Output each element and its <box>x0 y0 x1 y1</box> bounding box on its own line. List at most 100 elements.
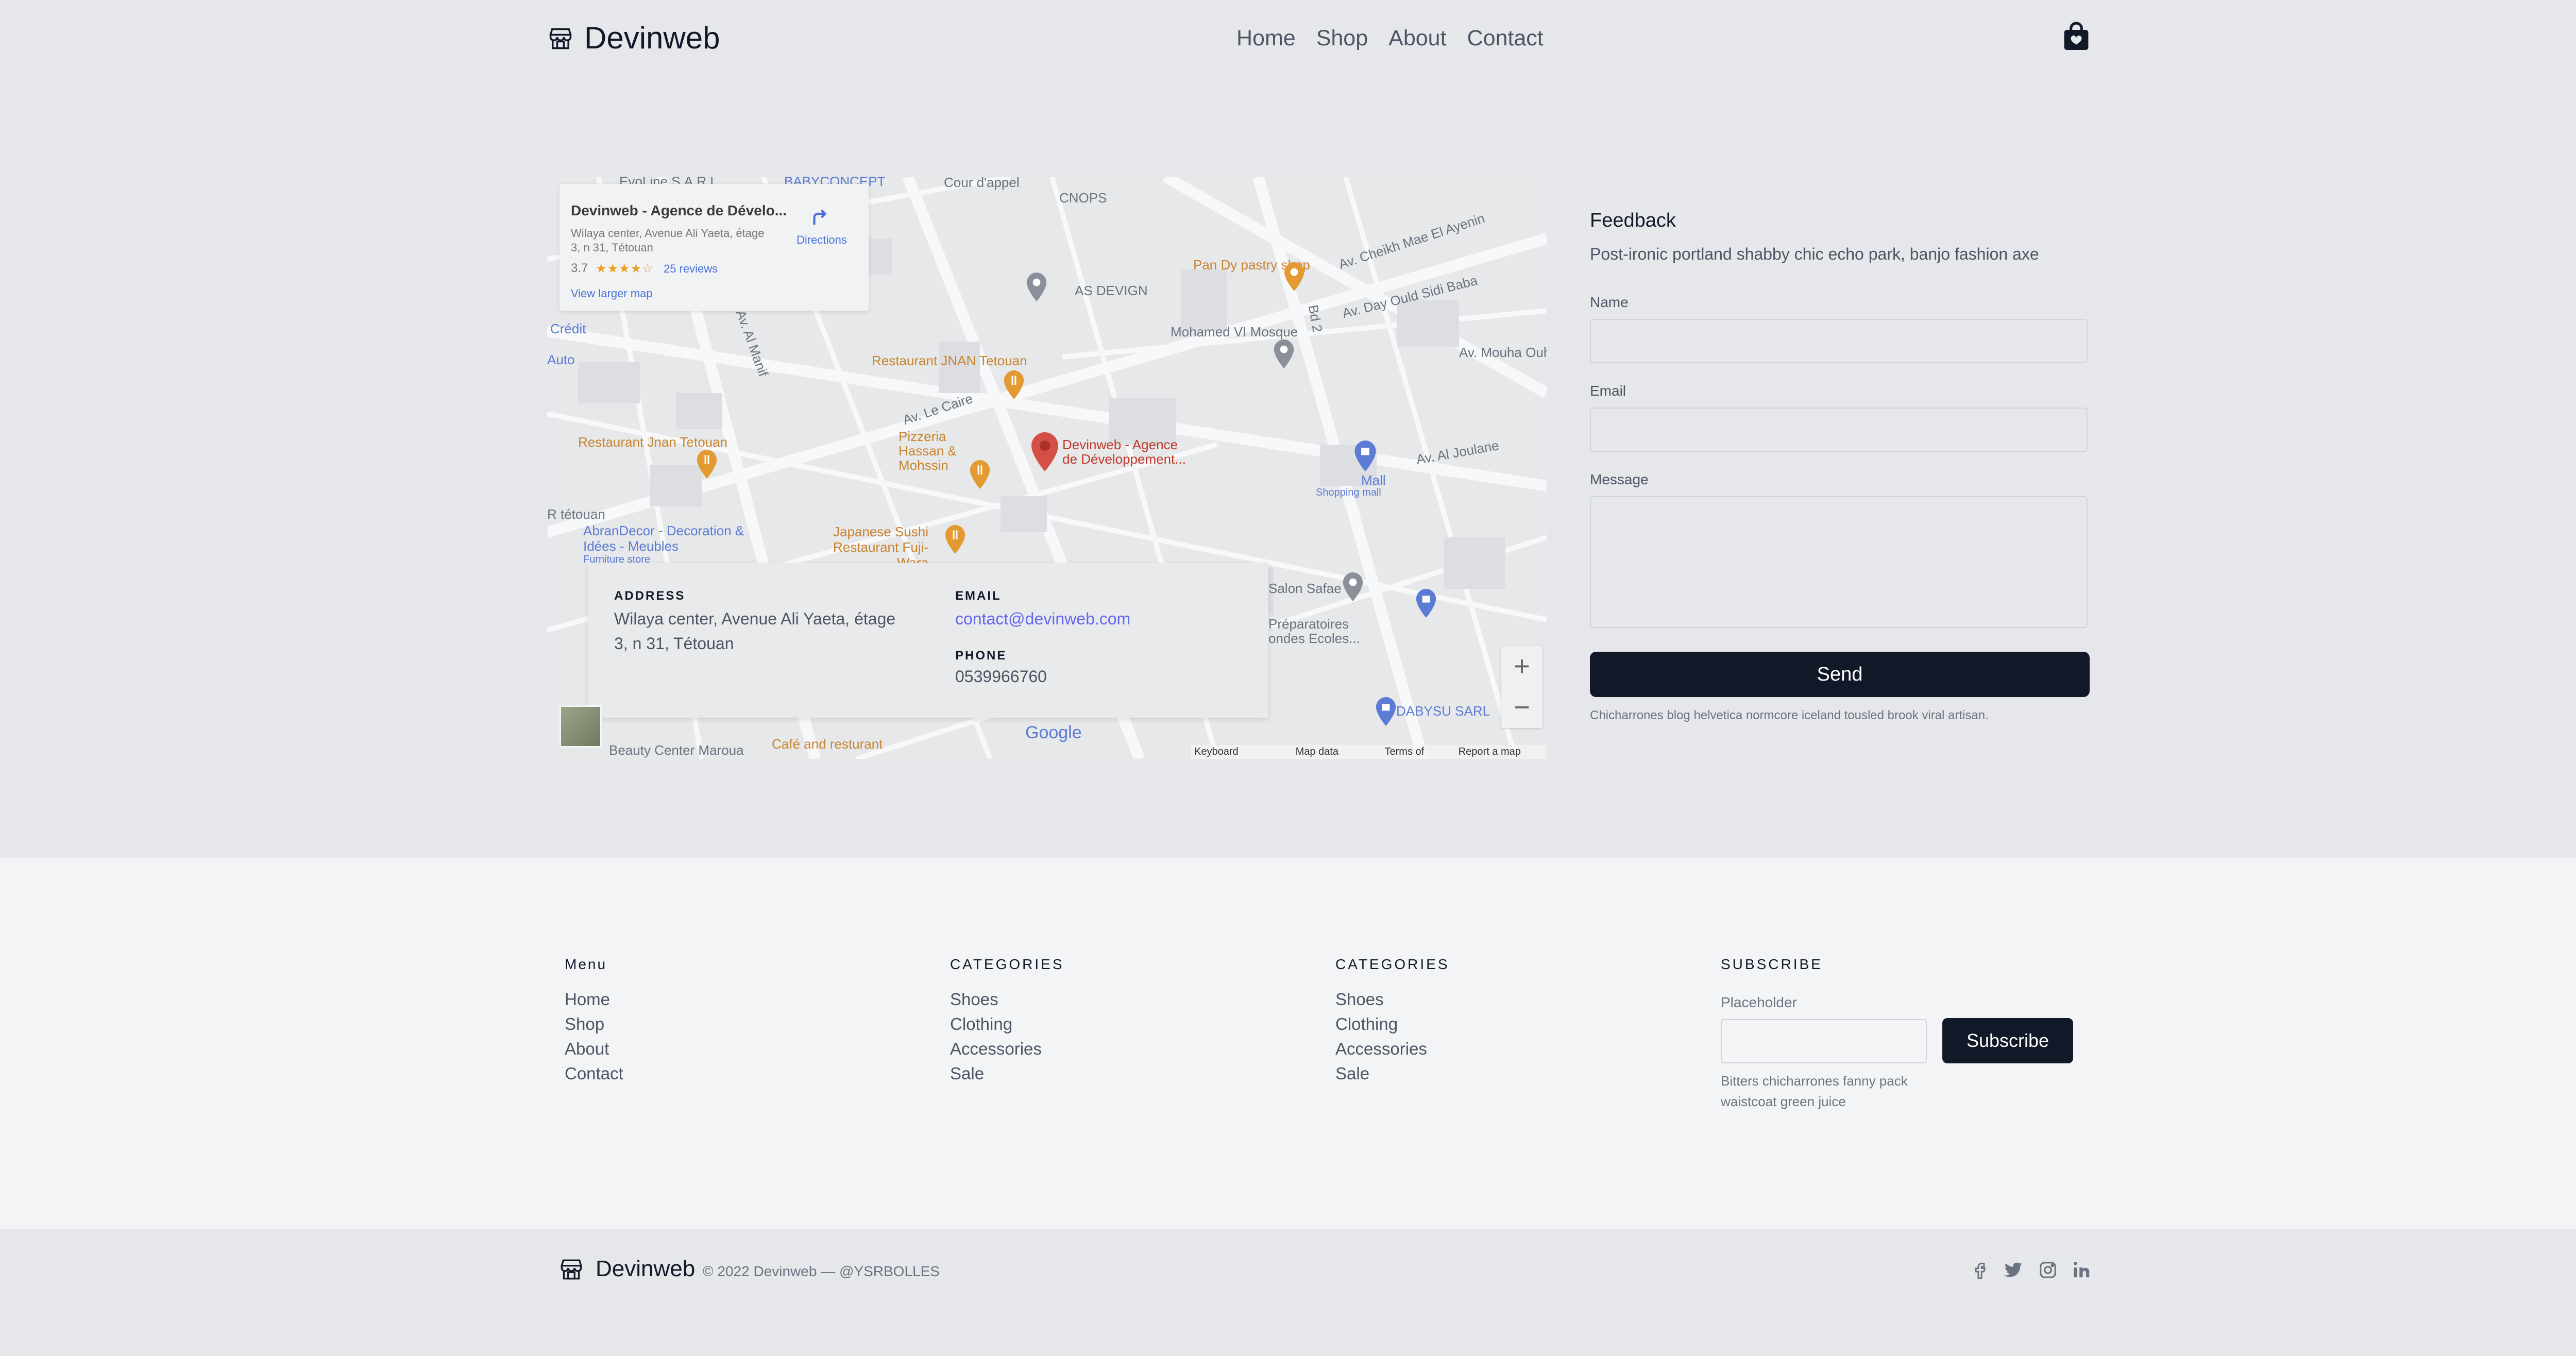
map-label: Préparatoires ondes Ecoles... <box>1268 616 1360 646</box>
contact-info-card: ADDRESS Wilaya center, Avenue Ali Yaeta,… <box>588 563 1268 718</box>
map-label: Cour d'appel <box>944 177 1020 190</box>
shopping-pin-icon <box>1376 697 1396 728</box>
restaurant-pin-icon <box>1004 370 1024 402</box>
footer-link-sale[interactable]: Sale <box>950 1061 1064 1086</box>
keyboard-shortcuts-link[interactable]: Keyboard shortcuts <box>1194 746 1281 759</box>
brand-logo[interactable]: Devinweb <box>547 18 720 59</box>
map-label: Shopping mall <box>1316 487 1381 498</box>
email-label: EMAIL <box>955 589 1002 603</box>
directions-icon[interactable] <box>809 207 831 231</box>
zoom-in-icon[interactable]: + <box>1501 646 1543 687</box>
footer-link-shop[interactable]: Shop <box>565 1012 623 1037</box>
subscribe-label: Placeholder <box>1721 994 1797 1010</box>
message-label: Message <box>1590 471 1649 487</box>
view-larger-map-link[interactable]: View larger map <box>571 287 653 300</box>
nav-home[interactable]: Home <box>1236 22 1296 55</box>
copyright-text: © 2022 Devinweb — @YSRBOLLES <box>703 1263 940 1279</box>
main-nav: Home Shop About Contact <box>1236 22 1544 55</box>
place-rating: 3.7 <box>571 261 588 275</box>
shopping-pin-icon <box>1416 589 1436 620</box>
zoom-out-icon[interactable]: − <box>1501 687 1543 728</box>
rating-stars-icon: ★★★★☆ <box>596 262 654 276</box>
footer-column-categories: CATEGORIES Shoes Clothing Accessories Sa… <box>950 956 1064 1086</box>
brand-name: Devinweb <box>584 21 720 55</box>
send-button[interactable]: Send <box>1590 652 2090 697</box>
place-title: Devinweb - Agence de Dévelo... <box>571 202 787 218</box>
phone-label: PHONE <box>955 649 1007 663</box>
nav-shop[interactable]: Shop <box>1316 22 1368 55</box>
report-map-error-link[interactable]: Report a map error <box>1459 746 1544 759</box>
footer-link-shoes[interactable]: Shoes <box>1335 987 1450 1012</box>
email-label: Email <box>1590 383 1626 399</box>
map-zoom-controls: + − <box>1501 646 1543 728</box>
restaurant-pin-icon <box>970 460 990 491</box>
terms-of-use-link[interactable]: Terms of Use <box>1385 746 1444 759</box>
email-input[interactable] <box>1590 408 2088 452</box>
mosque-pin-icon <box>1274 340 1294 371</box>
store-icon <box>547 25 574 52</box>
map-label: AS DEVIGN <box>1075 283 1148 298</box>
location-pin-icon <box>1343 572 1363 604</box>
location-pin-icon <box>1026 273 1047 304</box>
map-label: Restaurant Jnan Tetouan <box>578 434 728 450</box>
instagram-icon[interactable] <box>2038 1260 2058 1280</box>
footer-link-clothing[interactable]: Clothing <box>1335 1012 1450 1037</box>
footer-link-accessories[interactable]: Accessories <box>950 1037 1064 1061</box>
feedback-note: Chicharrones blog helvetica normcore ice… <box>1590 708 1989 722</box>
nav-about[interactable]: About <box>1388 22 1446 55</box>
map-label: Café and resturant <box>772 736 883 752</box>
map-label: R tétouan <box>547 506 605 522</box>
footer-link-sale[interactable]: Sale <box>1335 1061 1450 1086</box>
footer-link-contact[interactable]: Contact <box>565 1061 623 1086</box>
feedback-description: Post-ironic portland shabby chic echo pa… <box>1590 245 2039 263</box>
footer-bottom-bar: Devinweb © 2022 Devinweb — @YSRBOLLES <box>0 1229 2576 1356</box>
google-logo: Google <box>1025 723 1082 742</box>
restaurant-pin-icon <box>697 450 717 481</box>
map-label: Restaurant JNAN Tetouan <box>872 353 1027 368</box>
shopping-bag-icon[interactable] <box>2063 22 2090 52</box>
map-label: CNOPS <box>1059 190 1107 206</box>
footer-brand[interactable]: Devinweb <box>547 1256 695 1282</box>
satellite-toggle[interactable] <box>560 705 602 748</box>
footer-column-heading: Menu <box>565 956 607 972</box>
name-input[interactable] <box>1590 319 2088 363</box>
social-links <box>1970 1260 2092 1280</box>
shopping-pin-icon <box>1354 440 1377 474</box>
directions-link[interactable]: Directions <box>796 233 847 247</box>
feedback-title: Feedback <box>1590 210 1676 231</box>
footer-column-heading: CATEGORIES <box>950 956 1064 972</box>
twitter-icon[interactable] <box>2004 1260 2024 1280</box>
map-label: Mall <box>1361 472 1386 488</box>
address-value: Wilaya center, Avenue Ali Yaeta, étage 3… <box>614 609 896 653</box>
footer-link-clothing[interactable]: Clothing <box>950 1012 1064 1037</box>
site-header: Devinweb Home Shop About Contact <box>0 0 2576 77</box>
map-label: Auto <box>547 352 575 367</box>
footer-column-menu: Menu Home Shop About Contact <box>565 956 623 1086</box>
linkedin-icon[interactable] <box>2072 1260 2092 1280</box>
embedded-map[interactable]: EvoLine S.A.R.L BABYCONCEPT Cour d'appel… <box>547 177 1547 759</box>
location-pin-icon[interactable] <box>1031 432 1058 474</box>
message-textarea[interactable] <box>1590 496 2088 628</box>
map-label: Crédit <box>550 321 586 336</box>
store-icon <box>558 1256 584 1282</box>
place-address: Wilaya center, Avenue Ali Yaeta, étage 3… <box>571 227 765 254</box>
subscribe-note: Bitters chicharrones fanny pack waistcoa… <box>1721 1073 1908 1109</box>
map-label: DABYSU SARL <box>1396 703 1490 719</box>
email-link[interactable]: contact@devinweb.com <box>955 609 1130 629</box>
subscribe-input[interactable] <box>1721 1019 1927 1063</box>
map-label: Mohamed VI Mosque <box>1171 324 1298 340</box>
subscribe-button[interactable]: Subscribe <box>1942 1018 2073 1063</box>
subscribe-heading: SUBSCRIBE <box>1721 956 1823 972</box>
footer-column-categories: CATEGORIES Shoes Clothing Accessories Sa… <box>1335 956 1450 1086</box>
phone-value: 0539966760 <box>955 667 1047 686</box>
footer-link-accessories[interactable]: Accessories <box>1335 1037 1450 1061</box>
nav-contact[interactable]: Contact <box>1467 22 1544 55</box>
facebook-icon[interactable] <box>1970 1260 1990 1280</box>
footer-link-home[interactable]: Home <box>565 987 623 1012</box>
bakery-pin-icon <box>1284 262 1304 294</box>
reviews-link[interactable]: 25 reviews <box>664 262 718 276</box>
map-label: Beauty Center Maroua <box>609 742 744 758</box>
map-label: Salon Safae <box>1268 581 1342 596</box>
footer-link-about[interactable]: About <box>565 1037 623 1061</box>
footer-link-shoes[interactable]: Shoes <box>950 987 1064 1012</box>
